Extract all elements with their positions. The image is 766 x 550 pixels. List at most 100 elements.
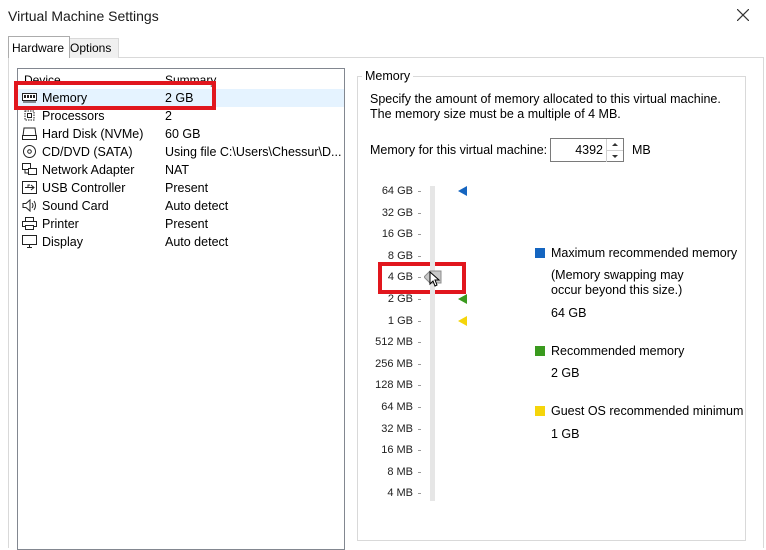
spin-up-button[interactable] — [606, 139, 623, 150]
slider-tick-mark — [418, 299, 421, 300]
device-summary: Using file C:\Users\Chessur\D... — [165, 145, 342, 159]
device-name: Hard Disk (NVMe) — [42, 127, 144, 141]
slider-tick-mark — [418, 493, 421, 495]
memory-spinbox — [550, 138, 624, 162]
slider-tick-label: 4 GB — [387, 271, 413, 284]
device-row-display[interactable]: Display Auto detect — [18, 233, 344, 251]
slider-tick-mark — [418, 407, 421, 408]
guest-min-label: Guest OS recommended minimum — [551, 404, 744, 418]
device-row-network-adapter[interactable]: Network Adapter NAT — [18, 161, 344, 179]
network-adapter-icon — [22, 163, 37, 175]
device-name: Network Adapter — [42, 163, 135, 177]
memory-unit-label: MB — [632, 143, 651, 157]
max-recommended-label: Maximum recommended memory — [551, 246, 738, 260]
slider-tick-label: 16 MB — [381, 444, 413, 457]
device-row-memory[interactable]: Memory 2 GB — [18, 89, 344, 107]
cd-dvd-icon — [23, 145, 36, 158]
recommended-value: 2 GB — [551, 366, 580, 380]
slider-tick-label: 8 GB — [387, 249, 413, 262]
memory-description: Specify the amount of memory allocated t… — [370, 92, 721, 121]
max-recommended-swatch — [535, 248, 545, 258]
title-bar: Virtual Machine Settings — [0, 0, 766, 32]
slider-tick-label: 64 GB — [381, 185, 413, 197]
usb-icon — [22, 181, 37, 194]
slider-tick-mark — [418, 320, 421, 322]
device-summary: Present — [165, 181, 209, 195]
column-header-summary[interactable]: Summary — [165, 73, 216, 87]
memory-group-label: Memory — [362, 69, 414, 83]
slider-tick-mark — [418, 255, 421, 257]
device-name: CD/DVD (SATA) — [42, 145, 133, 159]
tab-options[interactable]: Options — [66, 38, 119, 58]
slider-tick-label: 8 MB — [387, 465, 413, 478]
device-row-processors[interactable]: Processors 2 — [18, 107, 344, 125]
max-recommended-note: (Memory swapping may occur beyond this s… — [551, 268, 684, 297]
memory-icon — [22, 93, 37, 103]
slider-tick-label: 16 GB — [381, 228, 413, 241]
slider-tick-label: 128 MB — [375, 379, 413, 392]
guest-min-value: 1 GB — [551, 427, 580, 441]
device-summary: Auto detect — [165, 235, 229, 249]
device-name: Display — [42, 235, 83, 249]
device-row-usb-controller[interactable]: USB Controller Present — [18, 179, 344, 197]
mouse-cursor-icon — [429, 271, 441, 287]
memory-field-label: Memory for this virtual machine: — [370, 143, 548, 157]
slider-tick-label: 32 MB — [381, 422, 413, 435]
device-row-hard-disk[interactable]: Hard Disk (NVMe) 60 GB — [18, 125, 344, 143]
device-name: Printer — [42, 217, 79, 231]
column-header-device[interactable]: Device — [24, 73, 61, 87]
slider-tick-label: 512 MB — [375, 336, 413, 349]
close-icon — [737, 9, 749, 21]
max-recommended-marker — [458, 186, 467, 196]
slider-tick-label: 64 MB — [381, 401, 413, 413]
guest-min-swatch — [535, 406, 545, 416]
device-row-sound-card[interactable]: Sound Card Auto detect — [18, 197, 344, 215]
device-name: Sound Card — [42, 199, 109, 213]
device-summary: 60 GB — [165, 127, 201, 141]
slider-tick-label: 32 GB — [381, 206, 413, 219]
slider-tick-mark — [418, 385, 421, 387]
max-recommended-value: 64 GB — [551, 306, 587, 320]
recommended-swatch — [535, 346, 545, 356]
device-name: USB Controller — [42, 181, 126, 195]
list-header: Device Summary — [18, 69, 344, 89]
device-name: Memory — [42, 91, 88, 105]
memory-input[interactable] — [551, 139, 606, 161]
device-row-printer[interactable]: Printer Present — [18, 215, 344, 233]
slider-tick-mark — [418, 191, 421, 192]
device-list[interactable]: Device Summary Memory 2 GB Processors 2 … — [17, 68, 345, 550]
printer-icon — [22, 217, 37, 230]
slider-tick-mark — [418, 450, 421, 452]
device-summary: 2 — [165, 109, 172, 123]
guest-min-marker — [458, 316, 467, 326]
slider-tick-label: 256 MB — [375, 357, 413, 370]
slider-tick-label: 1 GB — [387, 314, 413, 327]
window-title: Virtual Machine Settings — [8, 8, 159, 24]
slider-tick-mark — [418, 428, 421, 430]
slider-tick-mark — [418, 342, 421, 344]
slider-tick-mark — [418, 471, 421, 473]
device-summary: NAT — [165, 163, 190, 177]
slider-tick-label: 4 MB — [387, 487, 413, 500]
hard-disk-icon — [22, 127, 37, 140]
chevron-down-icon — [612, 155, 618, 158]
device-summary: 2 GB — [165, 91, 194, 105]
slider-tick-mark — [418, 234, 421, 236]
slider-tick-mark — [418, 363, 421, 365]
chevron-up-icon — [612, 143, 618, 146]
recommended-label: Recommended memory — [551, 344, 685, 358]
slider-tick-label: 2 GB — [387, 293, 413, 305]
display-icon — [22, 235, 37, 248]
device-summary: Auto detect — [165, 199, 229, 213]
close-button[interactable] — [720, 0, 766, 30]
spin-down-button[interactable] — [606, 150, 623, 162]
processor-icon — [24, 110, 35, 121]
device-summary: Present — [165, 217, 209, 231]
recommended-marker — [458, 294, 467, 304]
tab-hardware[interactable]: Hardware — [8, 36, 70, 58]
slider-tick-mark — [418, 212, 421, 214]
slider-tick-mark — [418, 277, 421, 279]
memory-slider-track[interactable] — [430, 186, 435, 501]
device-row-cd-dvd[interactable]: CD/DVD (SATA) Using file C:\Users\Chessu… — [18, 143, 344, 161]
speaker-icon — [22, 199, 36, 212]
